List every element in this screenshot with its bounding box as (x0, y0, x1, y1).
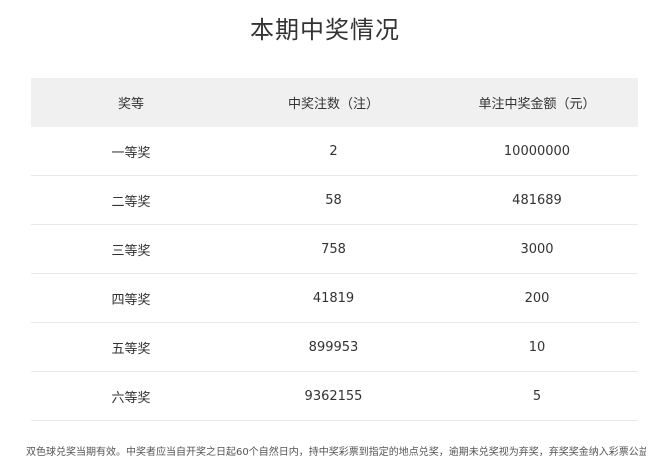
winner-count-cell: 41819 (231, 273, 436, 323)
prize-amount-cell: 5 (436, 371, 638, 421)
table-row: 六等奖 9362155 5 (31, 371, 638, 421)
prize-level-cell: 六等奖 (31, 371, 231, 421)
table-row: 三等奖 758 3000 (31, 224, 638, 274)
table-row: 二等奖 58 481689 (31, 175, 638, 225)
prize-amount-cell: 200 (436, 273, 638, 323)
page-title: 本期中奖情况 (250, 16, 400, 44)
prize-level-cell: 一等奖 (31, 127, 231, 176)
header-prize-amount: 单注中奖金额（元） (436, 78, 638, 127)
prize-table: 奖等 中奖注数（注） 单注中奖金额（元） 一等奖 2 10000000 二等奖 … (31, 78, 638, 421)
prize-amount-cell: 3000 (436, 224, 638, 274)
winner-count-cell: 2 (231, 127, 436, 176)
table-row: 五等奖 899953 10 (31, 322, 638, 372)
prize-level-cell: 三等奖 (31, 224, 231, 274)
table-row: 四等奖 41819 200 (31, 273, 638, 323)
prize-level-cell: 四等奖 (31, 273, 231, 323)
table-row: 一等奖 2 10000000 (31, 127, 638, 176)
redemption-footnote: 双色球兑奖当期有效。中奖者应当自开奖之日起60个自然日内，持中奖彩票到指定的地点… (26, 447, 646, 458)
winner-count-cell: 758 (231, 224, 436, 274)
table-header-row: 奖等 中奖注数（注） 单注中奖金额（元） (31, 78, 638, 127)
winner-count-cell: 9362155 (231, 371, 436, 421)
header-winner-count: 中奖注数（注） (231, 78, 436, 127)
prize-amount-cell: 10 (436, 322, 638, 372)
prize-amount-cell: 10000000 (436, 127, 638, 176)
prize-level-cell: 五等奖 (31, 322, 231, 372)
winner-count-cell: 899953 (231, 322, 436, 372)
header-prize-level: 奖等 (31, 78, 231, 127)
winner-count-cell: 58 (231, 175, 436, 225)
prize-amount-cell: 481689 (436, 175, 638, 225)
prize-level-cell: 二等奖 (31, 175, 231, 225)
